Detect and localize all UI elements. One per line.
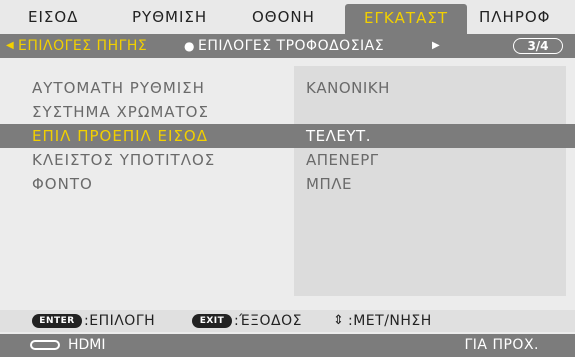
setting-row-auto-adjust[interactable]: ΑΥΤΟΜΑΤΗ ΡΥΘΜΙΣΗ ΚΑΝΟΝΙΚΗ xyxy=(0,76,575,100)
enter-key-icon: ENTER xyxy=(32,314,82,328)
setting-label: ΣΥΣΤΗΜΑ ΧΡΩΜΑΤΟΣ xyxy=(32,103,209,121)
tab-adjust[interactable]: ΡΥΘΜΙΣΗ xyxy=(132,0,207,34)
input-source: HDMI xyxy=(68,337,106,353)
exit-key-icon: EXIT xyxy=(192,314,232,328)
status-text: ΓΙΑ ΠΡΟΧ. xyxy=(464,337,539,353)
setting-label: ΑΥΤΟΜΑΤΗ ΡΥΘΜΙΣΗ xyxy=(32,79,205,97)
setting-value: ΜΠΛΕ xyxy=(306,175,352,193)
setting-label: ΦΟΝΤΟ xyxy=(32,175,93,193)
setting-label: ΕΠΙΛ ΠΡΟΕΠΙΛ ΕΙΣΟΔ xyxy=(32,127,208,145)
updown-arrow-icon: ⇕ xyxy=(333,313,344,328)
arrow-right-icon[interactable]: ▶ xyxy=(432,34,440,58)
tab-setup[interactable]: ΕΓΚΑΤΑΣΤ xyxy=(345,4,467,34)
arrow-left-icon[interactable]: ◀ xyxy=(6,34,14,58)
sub-tab-bar: ◀ ΕΠΙΛΟΓΕΣ ΠΗΓΗΣ ● ΕΠΙΛΟΓΕΣ ΤΡΟΦΟΔΟΣΙΑΣ … xyxy=(0,34,575,58)
move-hint: :ΜΕΤ/ΝΗΣΗ xyxy=(348,313,432,329)
tab-display[interactable]: ΟΘΟΝΗ xyxy=(252,0,315,34)
dot-separator-icon: ● xyxy=(184,39,195,53)
subtab-power-options[interactable]: ΕΠΙΛΟΓΕΣ ΤΡΟΦΟΔΟΣΙΑΣ xyxy=(198,34,384,58)
tab-input[interactable]: ΕΙΣΟΔ xyxy=(28,0,78,34)
setting-row-closed-caption[interactable]: ΚΛΕΙΣΤΟΣ ΥΠΟΤΙΤΛΟΣ ΑΠΕΝΕΡΓ xyxy=(0,148,575,172)
setting-value: ΤΕΛΕΥΤ. xyxy=(306,127,371,145)
page-indicator: 3/4 xyxy=(513,38,563,54)
tab-info[interactable]: ΠΛΗΡΟΦ xyxy=(479,0,550,34)
menu-tab-bar: ΕΙΣΟΔ ΡΥΘΜΙΣΗ ΟΘΟΝΗ ΕΓΚΑΤΑΣΤ ΠΛΗΡΟΦ xyxy=(0,0,575,35)
setting-row-default-input-select[interactable]: ΕΠΙΛ ΠΡΟΕΠΙΛ ΕΙΣΟΔ ΤΕΛΕΥΤ. xyxy=(0,124,575,148)
subtab-source-options[interactable]: ΕΠΙΛΟΓΕΣ ΠΗΓΗΣ xyxy=(18,34,147,58)
setting-row-color-system[interactable]: ΣΥΣΤΗΜΑ ΧΡΩΜΑΤΟΣ xyxy=(0,100,575,124)
key-guide-bar: ENTER :ΕΠΙΛΟΓΗ EXIT :ΈΞΟΔΟΣ ⇕ :ΜΕΤ/ΝΗΣΗ xyxy=(0,310,575,332)
setting-label: ΚΛΕΙΣΤΟΣ ΥΠΟΤΙΤΛΟΣ xyxy=(32,151,216,169)
setting-value: ΑΠΕΝΕΡΓ xyxy=(306,151,379,169)
projector-osd-menu: ΕΙΣΟΔ ΡΥΘΜΙΣΗ ΟΘΟΝΗ ΕΓΚΑΤΑΣΤ ΠΛΗΡΟΦ ◀ ΕΠ… xyxy=(0,0,575,357)
setting-row-background[interactable]: ΦΟΝΤΟ ΜΠΛΕ xyxy=(0,172,575,196)
setting-value: ΚΑΝΟΝΙΚΗ xyxy=(306,79,390,97)
hdmi-connector-icon xyxy=(30,340,60,350)
exit-hint: :ΈΞΟΔΟΣ xyxy=(234,313,302,329)
enter-hint: :ΕΠΙΛΟΓΗ xyxy=(84,313,156,329)
status-bar: HDMI ΓΙΑ ΠΡΟΧ. xyxy=(0,334,575,357)
